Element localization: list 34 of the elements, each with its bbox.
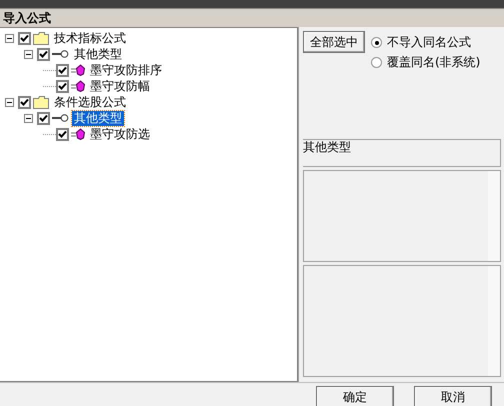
dialog-button[interactable]: 确定 [316,386,394,406]
tree-item[interactable]: 技术指标公式 [52,30,128,46]
radio-button[interactable] [371,37,382,48]
folder-icon [33,32,49,44]
checkbox[interactable] [37,112,50,124]
gem-icon [71,128,85,140]
expander-icon[interactable] [5,98,14,106]
tree-item[interactable]: 墨守攻防幅 [88,78,152,94]
dialog-button[interactable]: 取消 [414,386,492,406]
option-label[interactable]: 不导入同名公式 [387,34,471,51]
tree-item[interactable]: 其他类型 [72,46,124,62]
gem-icon [71,64,85,76]
key-icon [52,50,69,58]
gem-icon [71,80,85,92]
tree-item[interactable]: 墨守攻防选 [88,126,152,142]
checkbox[interactable] [18,32,31,44]
folder-icon [33,96,49,108]
tree-item[interactable]: 墨守攻防排序 [88,62,164,78]
window-title: 导入公式 [0,9,504,27]
category-field: 其他类型 [303,139,501,167]
checkbox[interactable] [56,80,69,92]
radio-button[interactable] [371,57,382,68]
expander-icon[interactable] [5,34,14,42]
expander-icon[interactable] [24,50,33,58]
option-label[interactable]: 覆盖同名(非系统) [387,54,480,71]
tree-item[interactable]: 条件选股公式 [52,94,128,110]
checkbox[interactable] [56,128,69,140]
checkbox[interactable] [37,48,50,60]
checkbox[interactable] [18,96,31,108]
checkbox[interactable] [56,64,69,76]
select-all-button[interactable]: 全部选中 [303,31,365,53]
key-icon [52,114,69,122]
tree-item[interactable]: 其他类型 [72,110,124,126]
expander-icon[interactable] [24,114,33,122]
